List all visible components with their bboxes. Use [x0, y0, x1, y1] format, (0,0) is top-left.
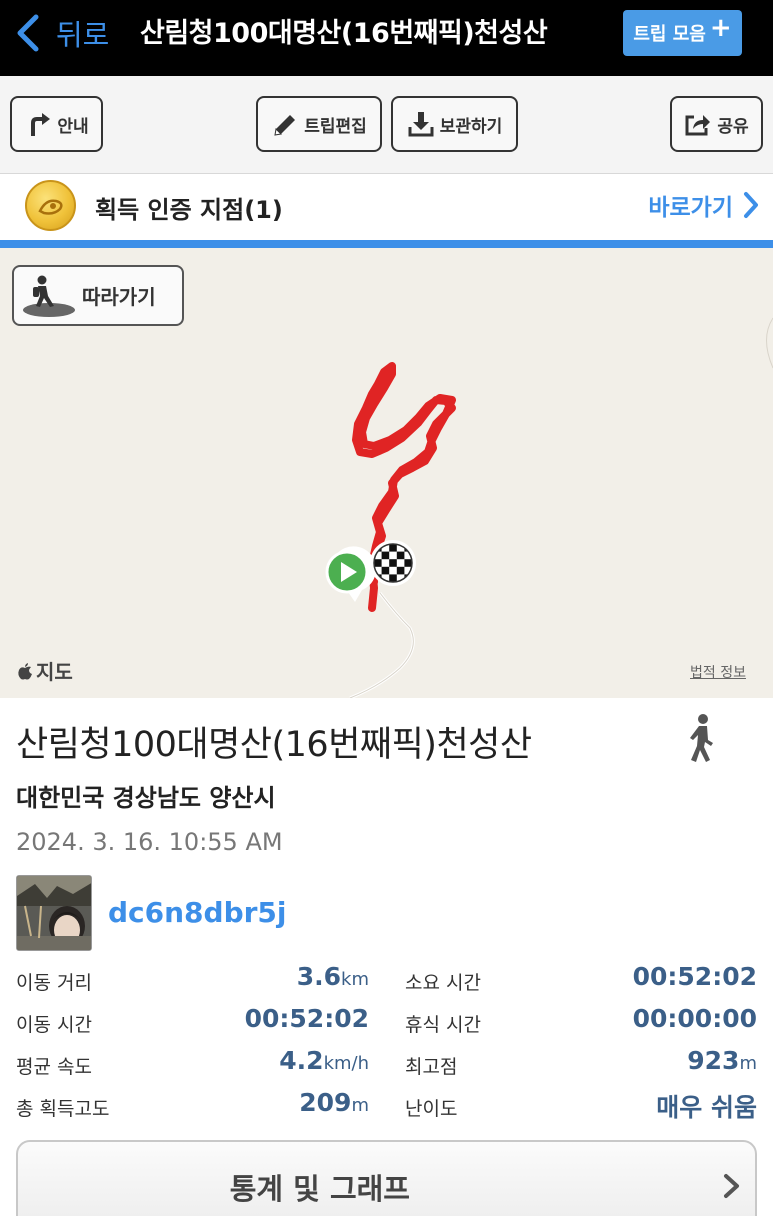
follow-button[interactable]: 따라가기	[12, 265, 184, 326]
follow-label: 따라가기	[82, 285, 156, 309]
difficulty-value: 매우 쉬움	[656, 1093, 757, 1122]
trip-region: 대한민국 경상남도 양산시	[16, 784, 276, 812]
hiker-icon	[23, 275, 75, 317]
medal-icon	[25, 180, 76, 231]
difficulty-label: 난이도	[405, 1098, 458, 1120]
page-title: 산림청100대명산(16번째픽)천성산	[140, 18, 548, 49]
share-label: 공유	[717, 116, 749, 137]
guide-label: 안내	[57, 116, 89, 137]
go-label: 바로가기	[648, 195, 733, 221]
top-nav-bar: 뒤로 산림청100대명산(16번째픽)천성산 트립 모음 +	[0, 0, 773, 76]
edit-trip-button[interactable]: 트립편집	[256, 96, 382, 152]
distance-label: 이동 거리	[16, 972, 92, 994]
turn-right-icon	[31, 113, 51, 136]
max-altitude-value: 923m	[687, 1046, 757, 1075]
save-label: 보관하기	[439, 116, 503, 137]
moving-time-value: 00:52:02	[244, 1004, 369, 1033]
distance-value: 3.6km	[297, 962, 369, 991]
rest-time-label: 휴식 시간	[405, 1014, 481, 1036]
rest-time-value: 00:00:00	[632, 1004, 757, 1033]
map-provider-label: 지도	[36, 660, 73, 684]
total-time-value: 00:52:02	[632, 962, 757, 991]
edit-trip-label: 트립편집	[304, 116, 367, 137]
distance-number: 3.6	[296, 962, 342, 991]
legal-info-link[interactable]: 법적 정보	[690, 662, 746, 682]
stats-graph-button[interactable]: 통계 및 그래프	[16, 1140, 757, 1216]
avg-speed-label: 평균 속도	[16, 1056, 92, 1078]
total-ascent-value: 209m	[299, 1088, 369, 1117]
guide-button[interactable]: 안내	[10, 96, 103, 152]
avg-speed-unit: km/h	[323, 1053, 369, 1074]
total-ascent-label: 총 획득고도	[16, 1098, 110, 1120]
checkered-flag-icon	[370, 540, 416, 586]
back-button[interactable]: 뒤로	[14, 10, 109, 56]
save-button[interactable]: 보관하기	[391, 96, 518, 152]
play-icon	[325, 546, 377, 602]
walking-person-icon	[690, 714, 713, 762]
apple-icon	[18, 662, 32, 679]
divider	[0, 240, 773, 248]
share-icon	[685, 115, 711, 136]
username-link[interactable]: dc6n8dbr5j	[108, 896, 287, 929]
share-button[interactable]: 공유	[670, 96, 763, 152]
back-label: 뒤로	[56, 18, 110, 52]
total-ascent-number: 209	[299, 1088, 352, 1117]
max-altitude-label: 최고점	[405, 1056, 458, 1078]
trip-date: 2024. 3. 16. 10:55 AM	[16, 828, 283, 856]
chevron-right-icon	[744, 192, 758, 218]
total-ascent-unit: m	[351, 1095, 369, 1116]
action-toolbar: 안내 트립편집 보관하기 공유	[0, 76, 773, 174]
avg-speed-value: 4.2km/h	[279, 1046, 369, 1075]
total-time-label: 소요 시간	[405, 972, 481, 994]
plus-icon: +	[709, 13, 732, 43]
max-altitude-unit: m	[739, 1053, 757, 1074]
avg-speed-number: 4.2	[279, 1046, 324, 1075]
stats-graph-label: 통계 및 그래프	[229, 1172, 410, 1206]
distance-unit: km	[341, 969, 369, 990]
chevron-left-icon	[17, 14, 39, 52]
trip-collection-button[interactable]: 트립 모음 +	[623, 10, 742, 56]
certification-title: 획득 인증 지점(1)	[95, 196, 283, 224]
map-provider-logo: 지도	[16, 656, 73, 685]
go-to-certification-link[interactable]: 바로가기	[648, 188, 761, 222]
trip-title: 산림청100대명산(16번째픽)천성산	[16, 725, 532, 765]
trip-collection-label: 트립 모음	[633, 24, 706, 45]
certification-row: 획득 인증 지점(1) 바로가기	[0, 174, 773, 240]
chevron-right-icon	[724, 1174, 739, 1198]
moving-time-label: 이동 시간	[16, 1014, 92, 1036]
avatar[interactable]	[16, 875, 92, 951]
download-icon	[408, 112, 434, 137]
max-altitude-number: 923	[687, 1046, 740, 1075]
pencil-icon	[274, 115, 296, 136]
route-map[interactable]: 따라가기 지도 법적 정보	[0, 248, 773, 698]
